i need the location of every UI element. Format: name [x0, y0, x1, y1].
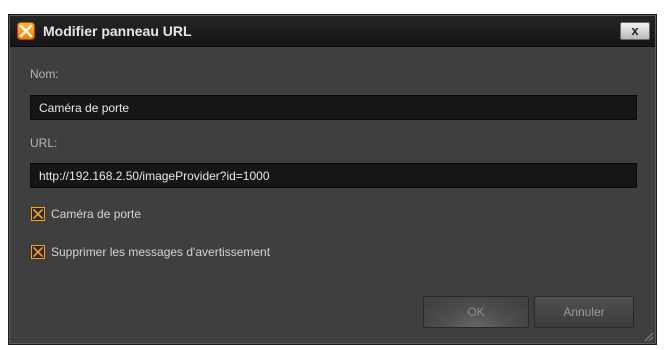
name-label: Nom: [30, 67, 59, 81]
app-logo-icon [17, 22, 35, 40]
checkmark-icon [32, 246, 44, 258]
url-label: URL: [30, 136, 58, 150]
ok-button[interactable]: OK [423, 296, 529, 328]
url-field[interactable] [30, 163, 637, 188]
resize-grip-icon[interactable] [642, 330, 654, 342]
title-bar[interactable]: Modifier panneau URL x [10, 16, 655, 47]
suppress-warnings-checkbox[interactable] [31, 245, 45, 259]
suppress-warnings-label: Supprimer les messages d'avertissement [51, 245, 271, 259]
window-title: Modifier panneau URL [43, 23, 192, 39]
name-field[interactable] [30, 95, 637, 120]
checkmark-icon [32, 208, 44, 220]
door-camera-label: Caméra de porte [51, 207, 142, 221]
close-button[interactable]: x [620, 22, 650, 40]
edit-url-panel-dialog: Modifier panneau URL x Nom: URL: Caméra … [8, 14, 657, 345]
cancel-button[interactable]: Annuler [534, 296, 634, 328]
door-camera-checkbox[interactable] [31, 207, 45, 221]
